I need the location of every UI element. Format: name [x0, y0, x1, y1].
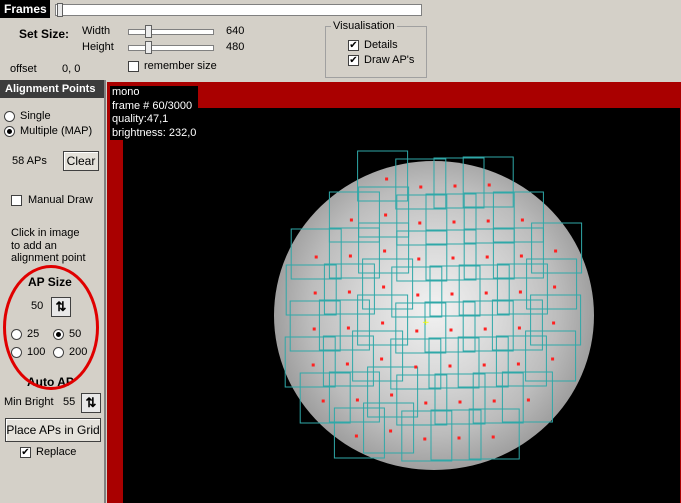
ap-point: [384, 213, 388, 217]
ap-point: [311, 363, 315, 367]
ap-point: [423, 437, 427, 441]
ap-point: [450, 292, 454, 296]
ap-box: [462, 300, 514, 352]
info-frame: frame # 60/3000: [110, 99, 199, 113]
ap-point: [380, 357, 384, 361]
ap-point: [347, 290, 351, 294]
ap-point: [349, 218, 353, 222]
ap-point: [458, 400, 462, 404]
ap-box: [495, 335, 547, 387]
ap-point: [354, 434, 358, 438]
ap-point: [321, 399, 325, 403]
ap-point: [484, 291, 488, 295]
ap-box: [492, 191, 544, 243]
ap-box: [318, 299, 370, 351]
ap-box: [323, 263, 375, 315]
ap-point: [553, 285, 557, 289]
ap-point: [491, 435, 495, 439]
ap-box: [531, 222, 583, 274]
ap-box: [429, 265, 481, 317]
ap-point: [417, 257, 421, 261]
ap-point: [518, 290, 522, 294]
ap-point: [355, 398, 359, 402]
ap-point: [552, 321, 556, 325]
ap-point: [452, 220, 456, 224]
ap-point: [389, 429, 393, 433]
ap-point: [483, 327, 487, 331]
ap-box: [290, 228, 342, 280]
ap-box: [424, 301, 476, 353]
ap-box: [284, 336, 336, 388]
ap-point: [451, 256, 455, 260]
ap-box: [425, 229, 477, 281]
ap-point: [520, 218, 524, 222]
ap-box: [328, 371, 380, 423]
ap-box: [468, 408, 520, 460]
ap-box: [333, 407, 385, 459]
ap-point: [381, 321, 385, 325]
ap-point: [449, 328, 453, 332]
ap-point: [519, 254, 523, 258]
ap-point: [485, 255, 489, 259]
ap-box: [328, 191, 380, 243]
info-mono: mono: [110, 86, 199, 100]
ap-point: [312, 327, 316, 331]
ap-point: [453, 184, 457, 188]
ap-box: [289, 300, 341, 352]
ap-point: [448, 364, 452, 368]
ap-box: [491, 299, 543, 351]
ap-box: [463, 192, 515, 244]
ap-point: [385, 177, 389, 181]
ap-point: [383, 249, 387, 253]
ap-point: [492, 399, 496, 403]
ap-point: [314, 255, 318, 259]
ap-box: [462, 156, 514, 208]
ap-box: [322, 335, 374, 387]
cursor-crosshair-icon: +: [422, 318, 430, 328]
ap-point: [416, 293, 420, 297]
ap-box: [299, 372, 351, 424]
ap-box: [463, 228, 515, 280]
ap-point: [486, 219, 490, 223]
alignment-points-overlay: +: [284, 150, 583, 462]
info-quality: quality:47,1: [110, 113, 199, 127]
ap-box: [496, 263, 548, 315]
image-info: mono frame # 60/3000 quality:47,1 bright…: [110, 86, 199, 140]
ap-box: [492, 227, 544, 279]
ap-point: [348, 254, 352, 258]
ap-point: [419, 185, 423, 189]
ap-box: [285, 264, 337, 316]
ap-point: [424, 401, 428, 405]
ap-point: [418, 221, 422, 225]
ap-box: [458, 264, 510, 316]
ap-box: [434, 373, 486, 425]
ap-point: [551, 357, 555, 361]
ap-box: [525, 330, 577, 382]
ap-point: [526, 398, 530, 402]
ap-box: [530, 294, 582, 346]
ap-point: [415, 329, 419, 333]
ap-point: [554, 249, 558, 253]
ap-point: [457, 436, 461, 440]
ap-box: [328, 227, 380, 279]
ap-point: [346, 326, 350, 330]
info-brightness: brightness: 232,0: [110, 126, 199, 140]
ap-point: [382, 285, 386, 289]
ap-box: [457, 336, 509, 388]
ap-point: [390, 393, 394, 397]
ap-point: [414, 365, 418, 369]
ap-box: [428, 337, 480, 389]
ap-point: [313, 291, 317, 295]
ap-point: [487, 183, 491, 187]
ap-box: [526, 258, 578, 310]
ap-point: [517, 326, 521, 330]
ap-point: [516, 362, 520, 366]
ap-point: [482, 363, 486, 367]
ap-box: [501, 371, 553, 423]
ap-point: [345, 362, 349, 366]
